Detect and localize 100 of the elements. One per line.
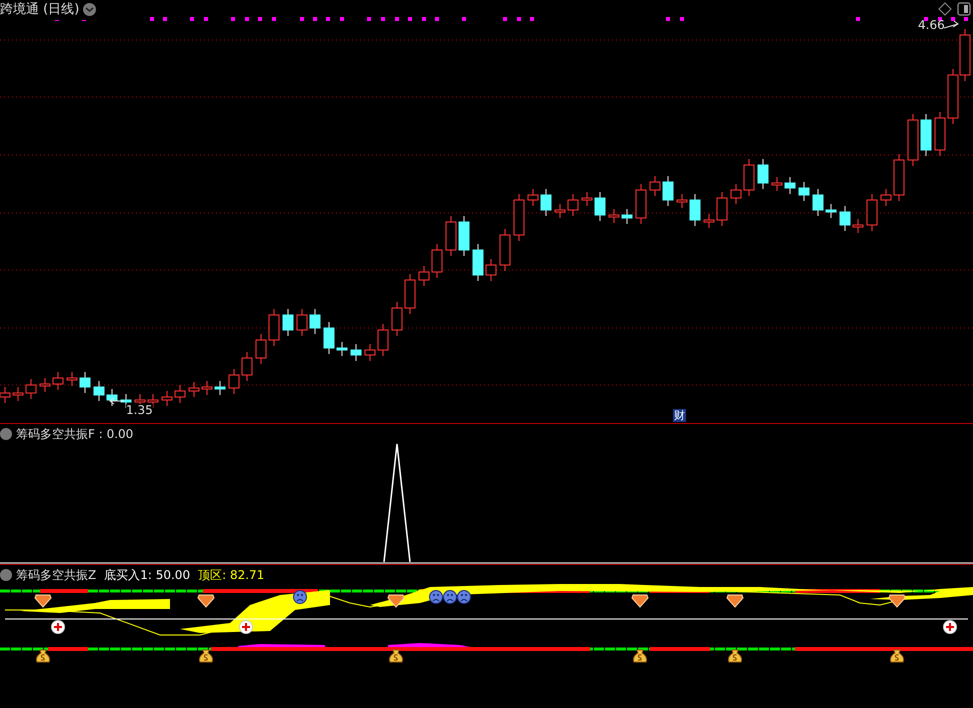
candlestick bbox=[908, 114, 918, 166]
candlestick bbox=[716, 192, 728, 226]
candlestick bbox=[500, 228, 510, 272]
candlestick bbox=[12, 386, 24, 402]
leader-line bbox=[109, 398, 124, 404]
leader-line bbox=[944, 20, 959, 28]
candlestick bbox=[554, 204, 566, 218]
diamond-icon[interactable] bbox=[938, 2, 952, 16]
candlestick bbox=[514, 194, 524, 242]
candlestick bbox=[378, 324, 388, 356]
candlestick bbox=[852, 218, 864, 234]
candlestick bbox=[296, 308, 308, 336]
candlestick bbox=[840, 206, 850, 232]
chevron-icon[interactable] bbox=[0, 428, 12, 440]
candlestick bbox=[52, 372, 64, 390]
candlestick bbox=[26, 378, 36, 400]
plus-icon bbox=[51, 620, 65, 634]
candlestick bbox=[920, 114, 932, 156]
chevron-icon[interactable] bbox=[83, 3, 96, 16]
money-bag-icon bbox=[633, 650, 647, 662]
candlestick bbox=[866, 194, 878, 232]
candlestick bbox=[458, 216, 470, 256]
candlestick bbox=[350, 344, 362, 362]
candlestick bbox=[594, 192, 606, 222]
candlestick bbox=[228, 368, 240, 394]
candlestick bbox=[960, 28, 970, 82]
candlestick bbox=[826, 204, 836, 218]
candlestick bbox=[730, 184, 742, 204]
chevron-icon[interactable] bbox=[0, 569, 12, 581]
candlestick bbox=[404, 274, 416, 314]
money-bag-icon bbox=[199, 650, 213, 662]
candlestick bbox=[418, 266, 430, 286]
candlestick bbox=[758, 158, 768, 190]
money-bag-icon bbox=[890, 650, 904, 662]
candlestick bbox=[392, 302, 402, 336]
money-bag-icon bbox=[728, 650, 742, 662]
candlestick bbox=[772, 176, 782, 192]
diamond-icon bbox=[631, 594, 649, 608]
candlestick bbox=[472, 244, 484, 282]
candlestick bbox=[948, 68, 958, 124]
candlestick bbox=[94, 380, 104, 402]
candlestick bbox=[608, 208, 620, 224]
indicator-reading: 底买入1: 50.00 bbox=[104, 567, 190, 584]
candlestick bbox=[540, 188, 552, 216]
money-bag-icon bbox=[389, 650, 403, 662]
candlestick bbox=[336, 342, 348, 356]
candlestick bbox=[582, 192, 592, 206]
diamond-icon bbox=[387, 594, 405, 608]
candlestick bbox=[242, 352, 252, 382]
sad-face-icon bbox=[457, 590, 471, 604]
indicator-reading: 顶区: 82.71 bbox=[198, 567, 264, 584]
candlestick bbox=[80, 372, 90, 394]
candlestick bbox=[894, 154, 904, 202]
candlestick bbox=[744, 158, 754, 196]
diamond-icon bbox=[34, 594, 52, 608]
candlestick bbox=[636, 184, 646, 224]
chart-title: 跨境通 (日线) bbox=[0, 1, 80, 19]
money-bag-icon bbox=[36, 650, 50, 662]
candlestick bbox=[650, 176, 660, 196]
candlestick bbox=[676, 194, 688, 208]
candlestick bbox=[310, 308, 320, 334]
news-badge[interactable]: 财 bbox=[673, 409, 686, 422]
candlestick bbox=[324, 322, 334, 354]
candlestick bbox=[486, 258, 496, 282]
low-price-label: 1.35 bbox=[126, 404, 153, 416]
candlestick bbox=[662, 176, 674, 206]
candlestick bbox=[40, 378, 50, 392]
indicator-title: 筹码多空共振F : 0.00 bbox=[16, 426, 134, 443]
sad-face-icon bbox=[443, 590, 457, 604]
candlestick bbox=[174, 384, 186, 404]
candlestick bbox=[364, 344, 376, 362]
candlestick bbox=[256, 334, 266, 364]
candlestick bbox=[704, 214, 714, 228]
high-price-label: 4.66 bbox=[918, 19, 945, 31]
candlestick bbox=[162, 390, 172, 406]
indicator-title: 筹码多空共振Z bbox=[16, 567, 96, 584]
candlestick bbox=[66, 372, 78, 386]
candlestick bbox=[106, 388, 118, 406]
candlestick bbox=[690, 194, 700, 226]
candlestick bbox=[528, 188, 538, 206]
panel-toggle-icon[interactable] bbox=[958, 2, 970, 16]
candlestick bbox=[784, 176, 796, 194]
candlestick bbox=[214, 380, 226, 396]
diamond-icon bbox=[888, 594, 906, 608]
diamond-icon bbox=[197, 594, 215, 608]
candlestick bbox=[880, 188, 892, 206]
candlestick bbox=[268, 308, 280, 346]
diamond-icon bbox=[726, 594, 744, 608]
candlestick bbox=[446, 216, 456, 256]
candlestick bbox=[202, 380, 212, 396]
candlestick bbox=[812, 188, 824, 216]
candlestick bbox=[934, 112, 946, 156]
candlestick bbox=[432, 244, 442, 278]
sad-face-icon bbox=[429, 590, 443, 604]
plus-icon bbox=[943, 620, 957, 634]
candlestick bbox=[282, 308, 294, 336]
candlestick bbox=[188, 382, 200, 398]
candlestick bbox=[798, 182, 810, 202]
candlestick bbox=[622, 208, 632, 224]
candlestick bbox=[568, 194, 578, 216]
